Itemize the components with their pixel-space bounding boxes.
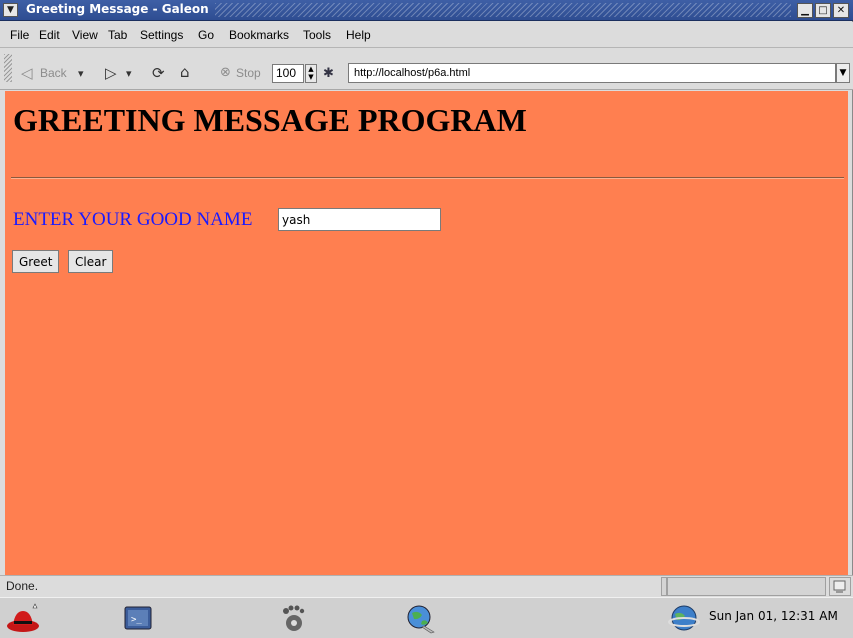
- desktop-panel: >_ Sun Jan 01, 12:31 AM: [0, 597, 853, 638]
- menu-tab[interactable]: Tab: [108, 28, 127, 42]
- title-bar-pattern: [215, 3, 791, 17]
- page-info-icon[interactable]: ✱: [323, 66, 334, 82]
- menu-go[interactable]: Go: [198, 28, 214, 42]
- url-field[interactable]: [348, 63, 836, 83]
- back-history-chevron-icon[interactable]: ▾: [78, 66, 84, 82]
- name-input[interactable]: [278, 208, 441, 231]
- title-bar[interactable]: ▼ Greeting Message - Galeon ▁ □ ✕: [0, 0, 853, 21]
- forward-arrow-icon[interactable]: ▷: [105, 65, 117, 81]
- close-icon[interactable]: ✕: [833, 3, 849, 18]
- reload-icon[interactable]: ⟳: [152, 65, 165, 81]
- gnome-foot-icon[interactable]: [276, 602, 308, 634]
- window-title: Greeting Message - Galeon: [26, 2, 209, 16]
- back-button-label[interactable]: Back: [40, 66, 67, 80]
- back-arrow-icon[interactable]: ◁: [21, 65, 33, 81]
- menu-tools[interactable]: Tools: [303, 28, 331, 42]
- minimize-icon[interactable]: ▁: [797, 3, 813, 18]
- menu-file[interactable]: File: [10, 28, 29, 42]
- toolbar-grip[interactable]: [4, 54, 12, 82]
- menu-bar: File Edit View Tab Settings Go Bookmarks…: [0, 22, 853, 48]
- redhat-menu-icon[interactable]: [6, 602, 39, 634]
- status-bar: Done.: [0, 575, 853, 597]
- page-heading: GREETING MESSAGE PROGRAM: [13, 102, 527, 138]
- zoom-field[interactable]: 100: [272, 64, 304, 83]
- panel-clock[interactable]: Sun Jan 01, 12:31 AM: [709, 609, 838, 623]
- url-history-dropdown-icon[interactable]: ▼: [836, 63, 850, 83]
- name-label: ENTER YOUR GOOD NAME: [13, 209, 253, 230]
- network-globe-icon[interactable]: [668, 602, 700, 634]
- page-content: GREETING MESSAGE PROGRAM ENTER YOUR GOOD…: [5, 91, 848, 575]
- menu-help[interactable]: Help: [346, 28, 371, 42]
- terminal-icon[interactable]: >_: [122, 602, 154, 634]
- web-browser-globe-icon[interactable]: [404, 602, 436, 634]
- menu-settings[interactable]: Settings: [140, 28, 183, 42]
- navigation-toolbar: ◁ Back ▾ ▷ ▾ ⟳ ⌂ ⊗ Stop 100 ▲▼ ✱ ▼: [0, 48, 853, 90]
- maximize-icon[interactable]: □: [815, 3, 831, 18]
- menu-edit[interactable]: Edit: [39, 28, 60, 42]
- forward-history-chevron-icon[interactable]: ▾: [126, 66, 132, 82]
- browser-window: ▼ Greeting Message - Galeon ▁ □ ✕ File E…: [0, 0, 853, 597]
- svg-text:>_: >_: [131, 615, 142, 625]
- menu-view[interactable]: View: [72, 28, 98, 42]
- home-icon[interactable]: ⌂: [180, 64, 190, 80]
- stop-button-label[interactable]: Stop: [236, 66, 261, 80]
- clear-button[interactable]: Clear: [68, 250, 114, 273]
- window-menu-icon[interactable]: ▼: [3, 3, 18, 17]
- greet-button[interactable]: Greet: [12, 250, 60, 273]
- status-text: Done.: [6, 579, 39, 593]
- stop-icon[interactable]: ⊗: [220, 65, 231, 81]
- offline-status-icon[interactable]: [829, 577, 851, 596]
- progress-bar: [667, 577, 826, 596]
- zoom-spinner[interactable]: ▲ ▼: [305, 64, 317, 83]
- horizontal-rule: [11, 177, 844, 179]
- menu-bookmarks[interactable]: Bookmarks: [229, 28, 289, 42]
